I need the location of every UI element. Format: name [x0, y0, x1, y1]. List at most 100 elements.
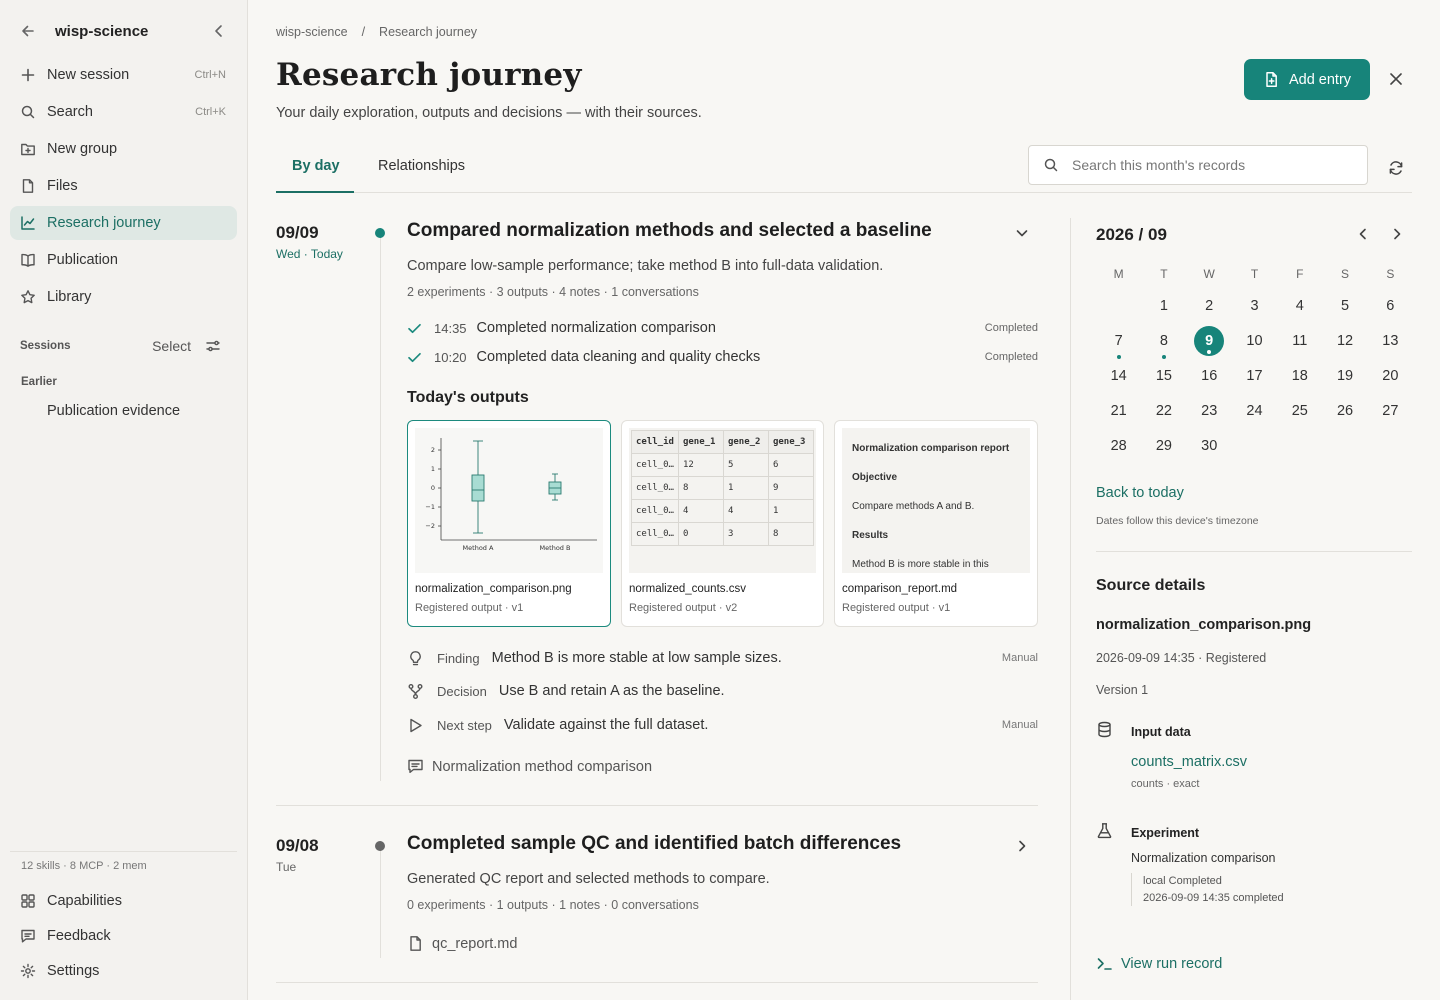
calendar-day[interactable]: 1: [1141, 291, 1186, 321]
note-kind: Finding: [437, 650, 480, 666]
calendar-day[interactable]: 17: [1232, 361, 1277, 391]
calendar-day[interactable]: 3: [1232, 291, 1277, 321]
note-kind: Next step: [437, 717, 492, 733]
sidebar: wisp-science New session Ctrl+N Search C…: [0, 0, 248, 1000]
calendar-day[interactable]: 5: [1322, 291, 1367, 321]
breadcrumb-workspace[interactable]: wisp-science: [276, 25, 348, 39]
calendar-day-number: 4: [1295, 297, 1304, 314]
timeline-line: [380, 846, 381, 958]
calendar-day[interactable]: 14: [1096, 361, 1141, 391]
calendar-day[interactable]: 16: [1187, 361, 1232, 391]
input-file-link[interactable]: counts_matrix.csv: [1131, 754, 1247, 770]
sidebar-item-search[interactable]: Search Ctrl+K: [10, 95, 237, 129]
calendar-day[interactable]: 27: [1368, 396, 1413, 426]
calendar-day[interactable]: 23: [1187, 396, 1232, 426]
output-card[interactable]: 2 1 0 −1 −2 Method A Method B normalizat…: [407, 420, 611, 627]
experiment-completed-time: 2026-09-09 14:35 completed: [1143, 892, 1284, 904]
calendar-day[interactable]: 28: [1096, 431, 1141, 461]
chevron-right-icon[interactable]: [1014, 838, 1030, 854]
chat-icon: [407, 758, 424, 775]
entry-title[interactable]: Completed sample QC and identified batch…: [407, 833, 901, 855]
sidebar-item-research-journey[interactable]: Research journey: [10, 206, 237, 240]
calendar-day[interactable]: 15: [1141, 361, 1186, 391]
output-version: Registered output · v2: [629, 602, 738, 614]
tab-by-day[interactable]: By day: [292, 158, 340, 174]
calendar-day-number: 12: [1336, 332, 1354, 349]
play-icon: [407, 717, 424, 734]
calendar-day[interactable]: 18: [1277, 361, 1322, 391]
calendar-week-row: 1 2 3 4 5 6: [1096, 288, 1413, 323]
y-tick-label: 1: [431, 465, 435, 473]
sidebar-item-new-group[interactable]: New group: [10, 132, 237, 166]
calendar-day[interactable]: 8: [1141, 326, 1186, 359]
sidebar-item-new-session[interactable]: New session Ctrl+N: [10, 58, 237, 92]
output-card[interactable]: Normalization comparison report Objectiv…: [834, 420, 1038, 627]
calendar-weekday-row: M T W T F S S: [1096, 264, 1413, 288]
table-cell: 3: [722, 522, 769, 546]
breadcrumb-separator: /: [361, 25, 366, 39]
conversation-link[interactable]: Normalization method comparison: [407, 758, 652, 775]
tab-relationships[interactable]: Relationships: [378, 158, 465, 174]
calendar-day[interactable]: 29: [1141, 431, 1186, 461]
table-cell: 8: [767, 522, 815, 546]
refresh-icon[interactable]: [1387, 159, 1405, 177]
chevron-down-icon[interactable]: [1014, 225, 1030, 241]
sidebar-item-library[interactable]: Library: [10, 280, 237, 314]
calendar-day[interactable]: 24: [1232, 396, 1277, 426]
calendar-day[interactable]: 2: [1187, 291, 1232, 321]
file-link[interactable]: qc_report.md: [407, 935, 517, 952]
divider: [10, 851, 237, 852]
calendar-day[interactable]: 25: [1277, 396, 1322, 426]
sidebar-item-capabilities[interactable]: Capabilities: [10, 884, 237, 918]
close-icon[interactable]: [1387, 70, 1405, 88]
shortcut-hint: Ctrl+N: [194, 69, 226, 81]
calendar-day[interactable]: 12: [1322, 326, 1367, 356]
search-input[interactable]: [1072, 157, 1332, 173]
sliders-icon[interactable]: [205, 338, 221, 354]
calendar-day[interactable]: 30: [1187, 431, 1232, 461]
calendar-day[interactable]: 19: [1322, 361, 1367, 391]
sidebar-item-label: Search: [47, 104, 93, 120]
sidebar-item-files[interactable]: Files: [10, 169, 237, 203]
sidebar-item-feedback[interactable]: Feedback: [10, 919, 237, 953]
entry-title[interactable]: Compared normalization methods and selec…: [407, 220, 932, 242]
output-file-name: comparison_report.md: [842, 583, 958, 595]
calendar-day[interactable]: 9: [1187, 325, 1232, 356]
note-row-finding[interactable]: Finding Method B is more stable at low s…: [407, 647, 1038, 669]
entry-description: Compare low-sample performance; take met…: [407, 258, 884, 274]
entry-description: Generated QC report and selected methods…: [407, 871, 770, 887]
output-card[interactable]: cell_id gene_1 gene_2 gene_3 cell_0… 12 …: [621, 420, 824, 627]
select-sessions-button[interactable]: Select: [152, 338, 191, 354]
calendar-day[interactable]: 4: [1277, 291, 1322, 321]
sidebar-item-settings[interactable]: Settings: [10, 954, 237, 988]
task-row[interactable]: 14:35 Completed normalization comparison…: [407, 318, 1038, 338]
experiment-name[interactable]: Normalization comparison: [1131, 851, 1276, 865]
weekday-label: S: [1386, 267, 1395, 281]
chevron-left-icon[interactable]: [1355, 226, 1371, 242]
arrow-left-icon[interactable]: [18, 21, 38, 41]
entry-date: 09/08 Tue: [276, 836, 319, 874]
experiment-label: Experiment: [1131, 826, 1200, 840]
add-entry-button[interactable]: Add entry: [1244, 59, 1370, 100]
calendar-day[interactable]: 13: [1368, 326, 1413, 356]
workspace-name[interactable]: wisp-science: [55, 23, 209, 40]
y-tick-label: −1: [425, 503, 435, 511]
calendar-day[interactable]: 26: [1322, 396, 1367, 426]
note-row-decision[interactable]: Decision Use B and retain A as the basel…: [407, 680, 1038, 702]
collapse-sidebar-icon[interactable]: [209, 21, 229, 41]
note-row-next-step[interactable]: Next step Validate against the full data…: [407, 714, 1038, 736]
calendar-day[interactable]: 21: [1096, 396, 1141, 426]
task-row[interactable]: 10:20 Completed data cleaning and qualit…: [407, 347, 1038, 367]
view-run-record-link[interactable]: View run record: [1096, 955, 1222, 972]
calendar-day-number: 8: [1159, 332, 1168, 349]
calendar-day[interactable]: 20: [1368, 361, 1413, 391]
calendar-day[interactable]: 11: [1277, 326, 1322, 356]
session-item[interactable]: Publication evidence: [47, 403, 180, 419]
calendar-day[interactable]: 10: [1232, 326, 1277, 356]
calendar-day[interactable]: 7: [1096, 326, 1141, 359]
chevron-right-icon[interactable]: [1389, 226, 1405, 242]
calendar-day[interactable]: 6: [1368, 291, 1413, 321]
back-to-today-link[interactable]: Back to today: [1096, 485, 1184, 501]
calendar-day[interactable]: 22: [1141, 396, 1186, 426]
sidebar-item-publication[interactable]: Publication: [10, 243, 237, 277]
